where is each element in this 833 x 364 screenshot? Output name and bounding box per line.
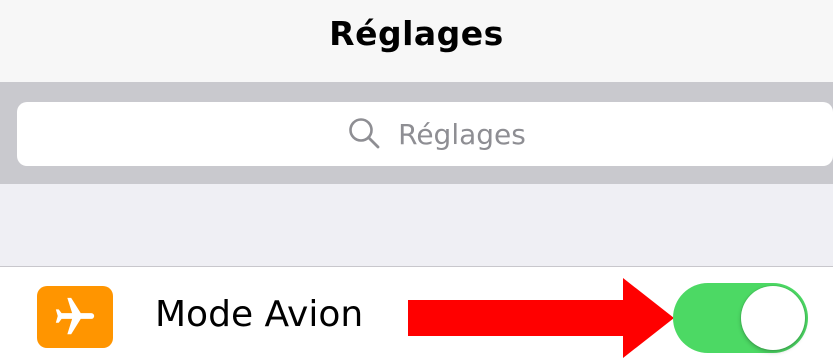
page-title: Réglages [329,13,504,53]
red-arrow-annotation [408,278,674,358]
search-bar: Réglages [0,82,833,184]
search-placeholder: Réglages [398,117,526,151]
airplane-mode-toggle[interactable] [673,283,808,353]
airplane-mode-label: Mode Avion [155,294,364,335]
airplane-mode-app-icon [37,286,113,348]
search-input[interactable]: Réglages [17,102,833,166]
section-spacer [0,184,833,267]
airplane-icon [55,297,95,335]
navigation-bar: Réglages [0,0,833,82]
toggle-knob[interactable] [741,286,805,350]
search-icon [349,118,380,149]
